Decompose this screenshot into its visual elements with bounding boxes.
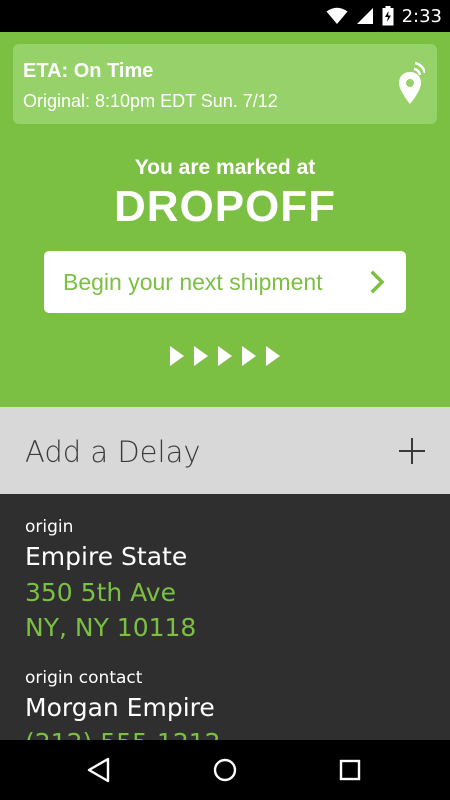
- origin-label: origin: [25, 517, 74, 537]
- shipment-status-panel: ETA: On Time Original: 8:10pm EDT Sun. 7…: [0, 32, 450, 407]
- status-bar: 2:33: [0, 0, 450, 32]
- arrow-right-icon: [218, 346, 232, 366]
- location-pin-icon: [399, 62, 425, 104]
- origin-name: Empire State: [25, 542, 188, 571]
- navigation-bar: [0, 740, 450, 800]
- add-delay-label: Add a Delay: [25, 435, 201, 469]
- marked-prefix: You are marked at: [134, 156, 316, 179]
- chevron-right-icon: [370, 270, 385, 294]
- origin-address-line1[interactable]: 350 5th Ave: [25, 578, 176, 607]
- begin-next-shipment-label: Begin your next shipment: [63, 268, 323, 295]
- arrow-right-icon: [194, 346, 208, 366]
- origin-contact-label: origin contact: [25, 668, 143, 688]
- eta-card: ETA: On Time Original: 8:10pm EDT Sun. 7…: [13, 44, 437, 124]
- begin-next-shipment-button[interactable]: Begin your next shipment: [44, 251, 406, 313]
- recents-icon[interactable]: [337, 757, 363, 783]
- battery-icon: [382, 6, 394, 26]
- arrow-right-icon: [242, 346, 256, 366]
- plus-icon: [399, 438, 425, 464]
- add-delay-button[interactable]: Add a Delay: [0, 407, 450, 494]
- status-icons: 2:33: [326, 0, 442, 32]
- origin-contact-name: Morgan Empire: [25, 693, 215, 722]
- signal-icon: [356, 8, 373, 24]
- shipment-details: origin Empire State 350 5th Ave NY, NY 1…: [0, 494, 450, 740]
- eta-title: ETA: On Time: [23, 60, 154, 82]
- eta-original-time: Original: 8:10pm EDT Sun. 7/12: [23, 91, 278, 111]
- home-icon[interactable]: [212, 757, 238, 783]
- status-time: 2:33: [401, 5, 442, 27]
- origin-address-line2[interactable]: NY, NY 10118: [25, 613, 196, 642]
- shipment-status-text: DROPOFF: [113, 182, 337, 231]
- arrow-right-icon: [266, 346, 280, 366]
- origin-contact-phone[interactable]: (212) 555-1212: [25, 728, 221, 740]
- arrow-right-icon: [170, 346, 184, 366]
- progress-arrows: [0, 345, 450, 369]
- back-icon[interactable]: [86, 757, 112, 783]
- wifi-icon: [326, 7, 348, 24]
